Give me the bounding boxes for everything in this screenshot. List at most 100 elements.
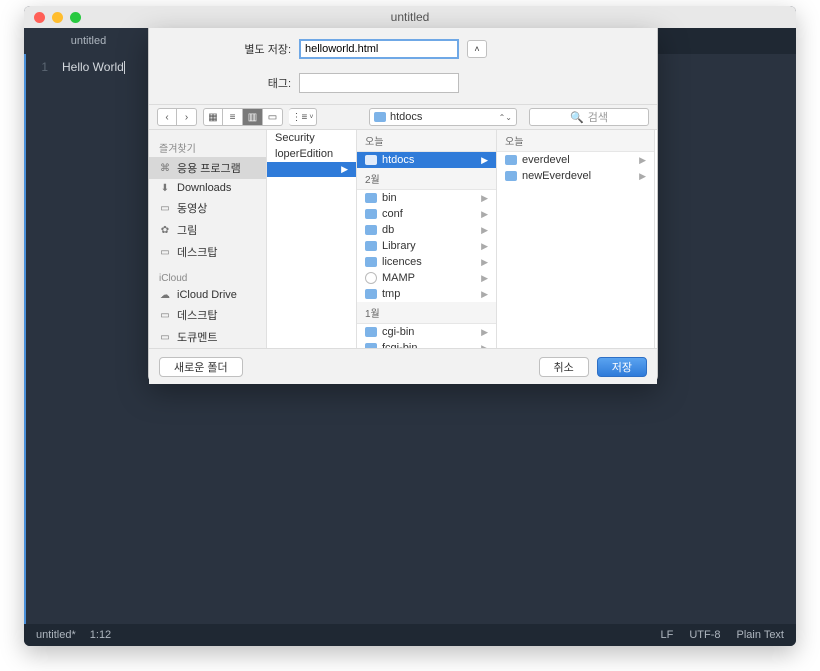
app-icon xyxy=(365,272,377,284)
sidebar-item[interactable]: ▭도큐멘트 xyxy=(149,326,266,348)
status-pos[interactable]: 1:12 xyxy=(90,629,111,641)
folder-icon xyxy=(365,241,377,251)
status-encoding[interactable]: UTF-8 xyxy=(689,629,720,641)
search-placeholder: 검색 xyxy=(588,109,608,125)
editor-tab[interactable]: untitled xyxy=(24,28,154,54)
filename-input[interactable] xyxy=(299,39,459,59)
location-label: htdocs xyxy=(390,111,422,123)
gallery-view-button[interactable]: ▭ xyxy=(263,108,283,126)
file-entry[interactable]: loperEdition xyxy=(267,146,356,162)
status-file[interactable]: untitled* xyxy=(36,629,76,641)
location-popup[interactable]: htdocs ⌃⌄ xyxy=(369,108,517,126)
line-number: 1 xyxy=(41,60,48,74)
text-cursor xyxy=(124,61,125,74)
file-entry-label: newEverdevel xyxy=(522,170,591,182)
file-entry-label: everdevel xyxy=(522,154,570,166)
sidebar-head-icloud: iCloud xyxy=(149,269,266,286)
app-window: untitled untitled 1 Hello World untitled… xyxy=(24,6,796,646)
sidebar-item-label: 그림 xyxy=(177,222,197,238)
folder-icon xyxy=(365,225,377,235)
sidebar-item[interactable]: ▭데스크탑 xyxy=(149,304,266,326)
sidebar-icon: ▭ xyxy=(159,246,171,258)
file-entry-label: MAMP xyxy=(382,272,415,284)
sidebar-item[interactable]: ☁iCloud Drive xyxy=(149,286,266,304)
cancel-button[interactable]: 취소 xyxy=(539,357,589,377)
chevron-right-icon: ▶ xyxy=(481,343,488,349)
list-view-button[interactable]: ≡ xyxy=(223,108,243,126)
file-entry[interactable]: conf▶ xyxy=(357,206,496,222)
column-view-button[interactable]: ▥ xyxy=(243,108,263,126)
sidebar-icon: ⬇ xyxy=(159,182,171,194)
folder-icon xyxy=(365,327,377,337)
status-lang[interactable]: Plain Text xyxy=(737,629,785,641)
forward-button[interactable]: › xyxy=(177,108,197,126)
column-group-header: 1월 xyxy=(357,302,496,324)
file-entry-label: Library xyxy=(382,240,416,252)
status-eol[interactable]: LF xyxy=(660,629,673,641)
file-entry[interactable]: cgi-bin▶ xyxy=(357,324,496,340)
search-icon: 🔍 xyxy=(570,111,584,124)
chevron-right-icon: ▶ xyxy=(341,164,348,175)
file-entry[interactable]: bin▶ xyxy=(357,190,496,206)
browser-column: 오늘htdocs▶2월bin▶conf▶db▶Library▶licences▶… xyxy=(357,130,497,348)
chevron-right-icon: ▶ xyxy=(481,273,488,284)
chevron-up-icon: ˄ xyxy=(474,44,479,54)
line-gutter: 1 xyxy=(24,54,56,624)
file-entry-label: tmp xyxy=(382,288,400,300)
window-title: untitled xyxy=(24,10,796,24)
sidebar-item[interactable]: ✿ 그림 xyxy=(149,219,266,241)
dialog-footer: 새로운 폴더 취소 저장 xyxy=(149,348,657,384)
file-entry[interactable]: tmp ▶ xyxy=(357,286,496,302)
file-entry[interactable]: everdevel ▶ xyxy=(497,152,654,168)
file-entry[interactable]: Library▶ xyxy=(357,238,496,254)
nav-buttons: ‹ › xyxy=(157,108,197,126)
titlebar[interactable]: untitled xyxy=(24,6,796,28)
chevron-right-icon: ▶ xyxy=(481,155,488,166)
sidebar-item-label: 데스크탑 xyxy=(177,307,217,323)
dialog-toolbar: ‹ › ▦ ≡ ▥ ▭ ⋮≡ ˅ htdocs ⌃⌄ 🔍 검색 xyxy=(149,104,657,130)
sidebar-icon: ▭ xyxy=(159,202,171,214)
chevron-updown-icon: ⌃⌄ xyxy=(499,113,512,122)
save-dialog: 별도 저장: ˄ 태그: ‹ › ▦ ≡ ▥ ▭ ⋮≡ ˅ h xyxy=(148,28,658,382)
sidebar-item-label: 데스크탑 xyxy=(177,244,217,260)
file-entry[interactable]: MAMP ▶ xyxy=(357,270,496,286)
file-entry[interactable]: Security xyxy=(267,130,356,146)
icon-view-button[interactable]: ▦ xyxy=(203,108,223,126)
chevron-right-icon: ▶ xyxy=(481,327,488,338)
sidebar-item[interactable]: ▭동영상 xyxy=(149,197,266,219)
new-folder-button[interactable]: 새로운 폴더 xyxy=(159,357,243,377)
file-entry[interactable]: db ▶ xyxy=(357,222,496,238)
chevron-right-icon: ▶ xyxy=(481,289,488,300)
file-entry[interactable]: ▶ xyxy=(267,162,356,177)
chevron-right-icon: ▶ xyxy=(481,209,488,220)
group-menu[interactable]: ⋮≡ ˅ xyxy=(289,108,317,126)
file-entry[interactable]: licences▶ xyxy=(357,254,496,270)
statusbar: untitled* 1:12 LF UTF-8 Plain Text xyxy=(24,624,796,646)
file-entry-label: db xyxy=(382,224,394,236)
chevron-right-icon: ▶ xyxy=(639,155,646,166)
folder-icon xyxy=(365,343,377,348)
collapse-button[interactable]: ˄ xyxy=(467,40,487,58)
sidebar-item-label: iCloud Drive xyxy=(177,289,237,301)
file-entry-label: fcgi-bin xyxy=(382,342,417,348)
chevron-right-icon: ▶ xyxy=(481,225,488,236)
save-button[interactable]: 저장 xyxy=(597,357,647,377)
sidebar-head-favorites: 즐겨찾기 xyxy=(149,136,266,157)
sidebar-item[interactable]: ⌘응용 프로그램 xyxy=(149,157,266,179)
file-browser: 즐겨찾기 ⌘응용 프로그램⬇Downloads▭동영상✿그림▭데스크탑 iClo… xyxy=(149,130,657,348)
sidebar-item[interactable]: ▭ 데스크탑 xyxy=(149,241,266,263)
file-entry[interactable]: fcgi-bin ▶ xyxy=(357,340,496,348)
file-entry-label: Security xyxy=(275,132,315,144)
sidebar-item-label: Downloads xyxy=(177,182,231,194)
chevron-right-icon: ▶ xyxy=(639,171,646,182)
tags-input[interactable] xyxy=(299,73,459,93)
sidebar-icon: ✿ xyxy=(159,224,171,236)
file-entry[interactable]: newEverdevel ▶ xyxy=(497,168,654,184)
file-entry[interactable]: htdocs▶ xyxy=(357,152,496,168)
back-button[interactable]: ‹ xyxy=(157,108,177,126)
column-group-header: 오늘 xyxy=(357,130,496,152)
file-entry-label: licences xyxy=(382,256,422,268)
search-input[interactable]: 🔍 검색 xyxy=(529,108,649,126)
sidebar-item[interactable]: ⬇ Downloads xyxy=(149,179,266,197)
folder-icon xyxy=(365,289,377,299)
